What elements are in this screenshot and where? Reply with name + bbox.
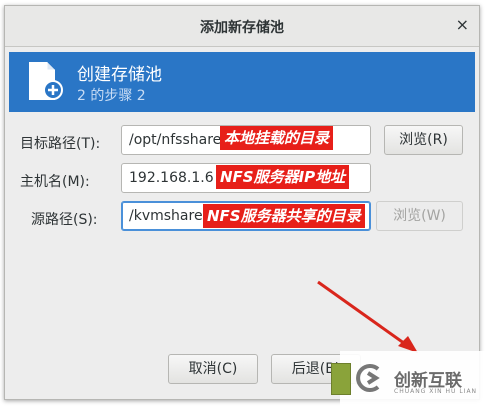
watermark-logo-icon — [356, 364, 380, 392]
watermark-subtext: CHUANG XIN HU LIAN — [394, 388, 478, 395]
annotation-arrow — [317, 280, 418, 353]
watermark-sticker — [331, 363, 351, 395]
